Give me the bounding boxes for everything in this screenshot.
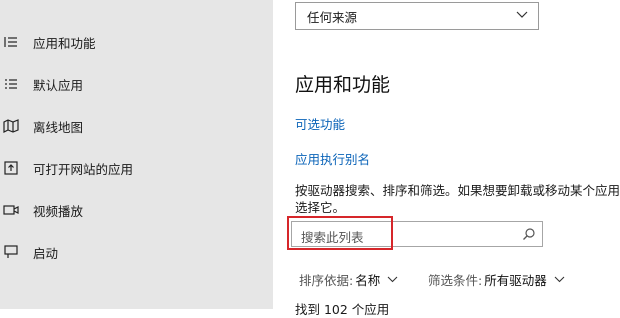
search-icon	[523, 228, 535, 240]
description-text: 按驱动器搜索、排序和筛选。如果想要卸载或移动某个应用， 选择它。	[295, 182, 620, 216]
optional-features-link[interactable]: 可选功能	[295, 114, 345, 133]
sidebar-item-label: 启动	[33, 245, 59, 261]
source-dropdown-value: 任何来源	[307, 9, 358, 25]
sidebar-item-default-apps[interactable]: 默认应用	[0, 64, 273, 104]
sidebar-item-startup[interactable]: 启动	[0, 232, 273, 272]
sort-key-label: 排序依据:	[299, 273, 354, 288]
search-placeholder: 搜索此列表	[301, 230, 364, 245]
sidebar-item-video-playback[interactable]: 视频播放	[0, 190, 273, 230]
chevron-down-icon	[387, 276, 398, 283]
chevron-down-icon	[554, 276, 565, 283]
description-line: 选择它。	[295, 200, 346, 215]
page-title: 应用和功能	[295, 74, 391, 96]
sidebar-item-offline-maps[interactable]: 离线地图	[0, 106, 273, 146]
sidebar-item-label: 离线地图	[33, 119, 84, 135]
sort-value: 名称	[355, 273, 381, 288]
sidebar: 应用和功能 默认应用 离线地图 可打开网站的应用 视频播放 启动	[0, 0, 273, 309]
search-input[interactable]: 搜索此列表	[291, 221, 543, 247]
sidebar-item-label: 视频播放	[33, 203, 84, 219]
sidebar-item-apps-features[interactable]: 应用和功能	[0, 22, 273, 62]
app-execution-alias-link[interactable]: 应用执行别名	[295, 149, 370, 168]
sidebar-item-label: 默认应用	[33, 77, 84, 93]
chevron-down-icon	[516, 11, 528, 18]
sidebar-item-web-apps[interactable]: 可打开网站的应用	[0, 148, 273, 188]
sidebar-item-label: 可打开网站的应用	[33, 161, 134, 177]
filter-key-label: 筛选条件:	[428, 273, 483, 288]
list-icon	[2, 33, 20, 51]
sort-dropdown[interactable]: 排序依据: 名称	[299, 270, 398, 289]
source-dropdown[interactable]: 任何来源	[295, 2, 539, 30]
default-apps-icon	[2, 75, 20, 93]
map-icon	[2, 117, 20, 135]
filter-value: 所有驱动器	[484, 273, 547, 288]
main-content: 任何来源 应用和功能 可选功能 应用执行别名 按驱动器搜索、排序和筛选。如果想要…	[273, 0, 620, 317]
startup-icon	[2, 243, 20, 261]
sidebar-item-label: 应用和功能	[33, 35, 96, 51]
description-line: 按驱动器搜索、排序和筛选。如果想要卸载或移动某个应用，	[295, 183, 620, 198]
video-icon	[2, 201, 20, 219]
filter-dropdown[interactable]: 筛选条件: 所有驱动器	[428, 270, 565, 289]
web-apps-icon	[2, 159, 20, 177]
